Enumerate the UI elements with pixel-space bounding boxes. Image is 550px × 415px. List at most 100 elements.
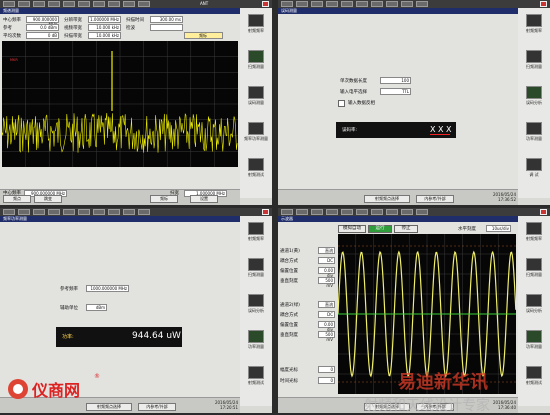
toolbar-button[interactable] — [416, 1, 428, 7]
toolbar-button[interactable] — [296, 209, 308, 215]
toolbar-button[interactable] — [138, 209, 150, 215]
vbw-value[interactable]: 10.000 kHz — [88, 24, 121, 31]
close-icon[interactable] — [262, 1, 269, 7]
freq-select-button[interactable]: 射频频点选择 — [364, 195, 410, 203]
power-icon[interactable] — [248, 330, 264, 343]
marker-value[interactable]: 频标 — [184, 32, 223, 39]
toolbar-button[interactable] — [326, 1, 338, 7]
rf-test-icon[interactable] — [248, 366, 264, 379]
toolbar-button[interactable] — [371, 209, 383, 215]
hscale-value[interactable]: 10us/div — [486, 225, 511, 232]
power-icon[interactable] — [526, 330, 542, 343]
toolbar-button[interactable] — [281, 1, 293, 7]
ber-icon[interactable] — [526, 86, 542, 99]
toolbar-button[interactable] — [356, 1, 368, 7]
toolbar-button[interactable] — [371, 1, 383, 7]
sweep-icon[interactable] — [526, 258, 542, 271]
ber-icon[interactable] — [526, 294, 542, 307]
toolbar-button[interactable] — [123, 209, 135, 215]
toolbar-button[interactable] — [18, 1, 30, 7]
toolbar-button[interactable] — [138, 1, 150, 7]
rf-freq-icon[interactable] — [248, 222, 264, 235]
toolbar-button[interactable] — [386, 1, 398, 7]
rbw-value[interactable]: 300.00 ms — [150, 16, 183, 23]
ref-freq-value[interactable]: 1000.000000 MHz — [86, 285, 129, 292]
level-value[interactable]: TTL — [380, 88, 411, 95]
time-cursor-label: 时间光标 — [280, 379, 298, 384]
center-value[interactable]: 900.000000 MHz — [26, 16, 59, 27]
toolbar-button[interactable] — [18, 209, 30, 215]
det-value[interactable] — [150, 24, 183, 31]
toolbar-button[interactable] — [311, 209, 323, 215]
toolbar-button[interactable] — [63, 1, 75, 7]
close-icon[interactable] — [540, 1, 547, 7]
sweep-icon[interactable] — [248, 258, 264, 271]
ch1-mode[interactable]: DC — [318, 257, 335, 264]
toolbar-button[interactable] — [401, 1, 413, 7]
ber-icon[interactable] — [248, 294, 264, 307]
rf-freq-icon[interactable] — [526, 14, 542, 27]
toolbar-button[interactable] — [93, 209, 105, 215]
atten-value[interactable]: 0 dB — [26, 32, 59, 39]
toolbar-button[interactable] — [296, 1, 308, 7]
toolbar-button[interactable] — [356, 209, 368, 215]
stop-button[interactable]: 停止 — [394, 225, 418, 233]
toolbar-button[interactable] — [78, 1, 90, 7]
toolbar-button[interactable] — [93, 1, 105, 7]
power-icon[interactable] — [248, 122, 264, 135]
rf-freq-icon[interactable] — [248, 14, 264, 27]
toolbar-button[interactable] — [108, 1, 120, 7]
ref-value[interactable]: 0.0 dBm — [26, 24, 59, 31]
ch1-scale[interactable]: 500 mV — [318, 277, 335, 288]
toolbar-button[interactable] — [108, 209, 120, 215]
freq-button[interactable]: 频点 — [3, 195, 31, 203]
settings-button[interactable]: 设置 — [190, 195, 218, 203]
invert-checkbox[interactable] — [338, 100, 345, 107]
sweep-icon[interactable] — [248, 50, 264, 63]
toolbar-button[interactable] — [416, 209, 428, 215]
toolbar-button[interactable] — [326, 209, 338, 215]
ch2-offset[interactable]: 0.00 div — [318, 321, 335, 332]
run-button[interactable]: 运行 — [368, 225, 392, 233]
toolbar-button[interactable] — [401, 209, 413, 215]
power-icon[interactable] — [526, 122, 542, 135]
close-icon[interactable] — [262, 209, 269, 215]
toolbar-button[interactable] — [281, 209, 293, 215]
toolbar-button[interactable] — [48, 209, 60, 215]
toolbar-button[interactable] — [33, 209, 45, 215]
unit-value[interactable]: dBm — [86, 304, 107, 311]
ch2-mode[interactable]: DC — [318, 311, 335, 318]
sweep-icon[interactable] — [526, 50, 542, 63]
toolbar-button[interactable] — [33, 1, 45, 7]
gap-value[interactable]: 10.000 kHz — [88, 32, 121, 39]
rf-freq-icon[interactable] — [526, 222, 542, 235]
toolbar-button[interactable] — [48, 1, 60, 7]
internal-external-button[interactable]: 内参考/外部 — [138, 403, 176, 411]
toolbar-button[interactable] — [341, 209, 353, 215]
debug-icon[interactable] — [526, 158, 542, 171]
internal-external-button[interactable]: 内参考/外部 — [416, 195, 454, 203]
hop-button[interactable]: 跳变 — [34, 195, 62, 203]
close-icon[interactable] — [540, 209, 547, 215]
toolbar-button[interactable] — [123, 1, 135, 7]
ch2-scale[interactable]: 500 mV — [318, 331, 335, 342]
data-length-value[interactable]: 100 — [380, 77, 411, 84]
ber-icon[interactable] — [248, 86, 264, 99]
toolbar-button[interactable] — [63, 209, 75, 215]
ch1-offset[interactable]: 0.00 div — [318, 267, 335, 278]
span-value[interactable]: 1.000000 MHz — [88, 16, 121, 23]
amp-cursor-value[interactable]: 0 — [318, 366, 335, 373]
toolbar-button[interactable] — [341, 1, 353, 7]
toolbar-button[interactable] — [386, 209, 398, 215]
toolbar-button[interactable] — [3, 209, 15, 215]
toolbar-button[interactable] — [78, 209, 90, 215]
auto-button[interactable]: 模拟自动 — [338, 225, 366, 233]
rf-test-icon[interactable] — [526, 366, 542, 379]
marker-button[interactable]: 频标 — [150, 195, 178, 203]
ch1-coupling[interactable]: 直流 — [318, 247, 335, 254]
toolbar-button[interactable] — [311, 1, 323, 7]
time-cursor-value[interactable]: 0 — [318, 377, 335, 384]
ch2-coupling[interactable]: 直流 — [318, 301, 335, 308]
toolbar-button[interactable] — [3, 1, 15, 7]
rf-test-icon[interactable] — [248, 158, 264, 171]
